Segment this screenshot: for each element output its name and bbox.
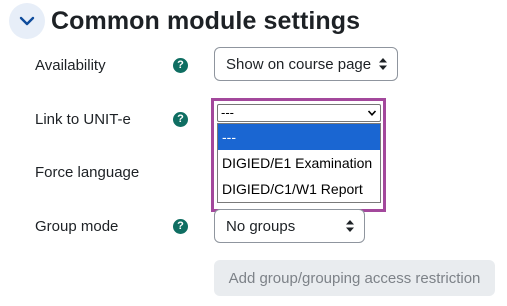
dropdown-option[interactable]: --- [218,124,380,150]
dropdown-option[interactable]: DIGIED/C1/W1 Report [218,176,380,202]
question-icon[interactable]: ? [173,58,188,73]
question-icon[interactable]: ? [173,219,188,234]
add-group-restriction-button[interactable]: Add group/grouping access restriction [214,260,495,296]
link-to-unite-select-value: --- [221,105,234,120]
select-arrows-icon [346,220,354,232]
link-to-unite-highlight: --- --- DIGIED/E1 Examination DIGIED/C1/… [211,98,386,212]
force-language-label: Force language [35,164,140,181]
section-header: Common module settings [9,3,360,39]
collapse-toggle-button[interactable] [9,3,45,39]
availability-select-value: Show on course page [226,55,372,73]
link-to-unite-select[interactable]: --- [217,104,381,122]
group-mode-select[interactable]: No groups [214,209,365,243]
availability-label: Availability [35,57,106,74]
link-to-unite-label: Link to UNIT-e [35,111,131,128]
link-to-unite-dropdown: --- DIGIED/E1 Examination DIGIED/C1/W1 R… [217,123,381,203]
availability-select[interactable]: Show on course page [214,47,398,81]
chevron-down-icon [367,110,377,116]
section-title: Common module settings [51,6,361,35]
select-arrows-icon [379,58,387,70]
question-icon[interactable]: ? [173,112,188,127]
chevron-down-icon [19,16,35,26]
group-mode-select-value: No groups [226,217,296,235]
group-mode-label: Group mode [35,218,119,235]
dropdown-option[interactable]: DIGIED/E1 Examination [218,150,380,176]
